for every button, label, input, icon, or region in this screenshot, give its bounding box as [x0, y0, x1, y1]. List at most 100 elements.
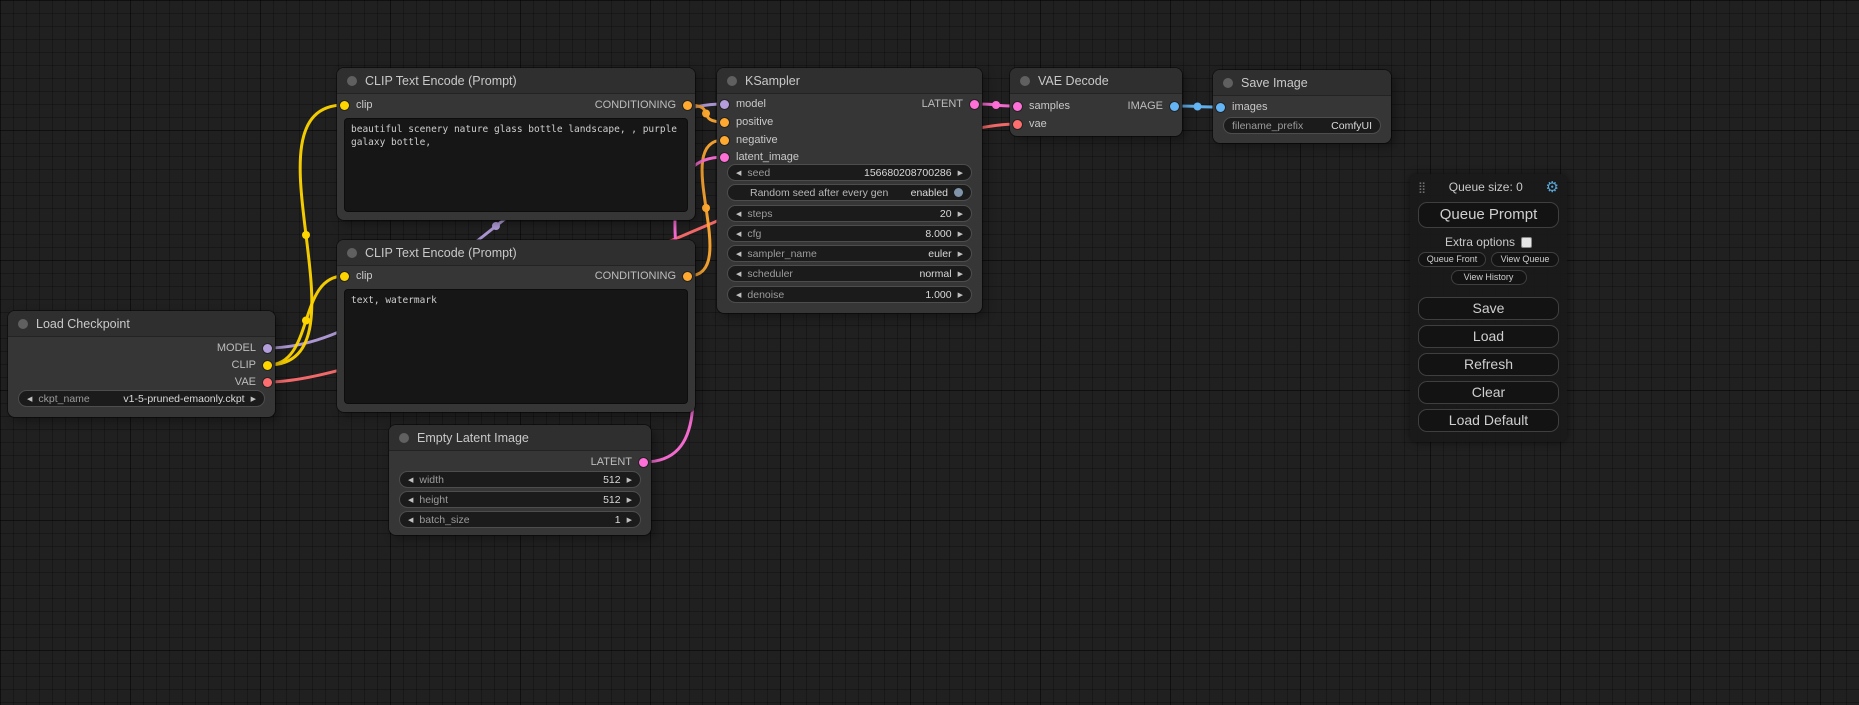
input-dot-icon[interactable] — [720, 136, 729, 145]
node-empty-latent-image[interactable]: Empty Latent Image LATENT◀width512▶ ◀heigh… — [389, 425, 651, 535]
widget-filename_prefix[interactable]: filename_prefixComfyUI — [1223, 117, 1381, 134]
node-titlebar[interactable]: Load Checkpoint — [8, 311, 275, 337]
node-titlebar[interactable]: VAE Decode — [1010, 68, 1182, 94]
input-dot-icon[interactable] — [340, 272, 349, 281]
decrement-arrow-icon[interactable]: ◀ — [736, 291, 741, 299]
input-slot-clip[interactable]: clip — [340, 268, 373, 284]
widget-Random-seed-after-every-gen[interactable]: Random seed after every genenabled — [727, 184, 972, 201]
input-slot-vae[interactable]: vae — [1013, 116, 1047, 132]
increment-arrow-icon[interactable]: ▶ — [958, 230, 963, 238]
collapse-dot-icon[interactable] — [347, 248, 357, 258]
collapse-dot-icon[interactable] — [1223, 78, 1233, 88]
comfy-menu[interactable]: ⣿ Queue size: 0 ⚙ Queue Prompt Extra opt… — [1410, 174, 1567, 442]
output-slot-CONDITIONING[interactable]: CONDITIONING — [595, 97, 692, 113]
increment-arrow-icon[interactable]: ▶ — [958, 270, 963, 278]
decrement-arrow-icon[interactable]: ◀ — [736, 250, 741, 258]
link-midpoint-dot[interactable] — [1194, 103, 1202, 111]
widget-steps[interactable]: ◀steps20▶ — [727, 205, 972, 222]
refresh-button[interactable]: Refresh — [1418, 353, 1559, 376]
node-ksampler[interactable]: KSampler model positive negativelatent_imag… — [717, 68, 982, 313]
output-dot-icon[interactable] — [970, 100, 979, 109]
input-dot-icon[interactable] — [340, 101, 349, 110]
widget-cfg[interactable]: ◀cfg8.000▶ — [727, 225, 972, 242]
node-titlebar[interactable]: KSampler — [717, 68, 982, 94]
prompt-textarea[interactable]: text, watermark — [344, 289, 688, 404]
output-slot-IMAGE[interactable]: IMAGE — [1128, 98, 1179, 114]
output-dot-icon[interactable] — [263, 378, 272, 387]
widget-width[interactable]: ◀width512▶ — [399, 471, 641, 488]
node-titlebar[interactable]: Empty Latent Image — [389, 425, 651, 451]
clear-button[interactable]: Clear — [1418, 381, 1559, 404]
output-slot-MODEL[interactable]: MODEL — [217, 340, 272, 356]
collapse-dot-icon[interactable] — [727, 76, 737, 86]
node-titlebar[interactable]: CLIP Text Encode (Prompt) — [337, 240, 695, 266]
input-dot-icon[interactable] — [720, 100, 729, 109]
link-midpoint-dot[interactable] — [702, 204, 710, 212]
collapse-dot-icon[interactable] — [18, 319, 28, 329]
input-slot-images[interactable]: images — [1216, 99, 1267, 115]
output-dot-icon[interactable] — [683, 272, 692, 281]
output-dot-icon[interactable] — [639, 458, 648, 467]
link-midpoint-dot[interactable] — [302, 231, 310, 239]
decrement-arrow-icon[interactable]: ◀ — [408, 516, 413, 524]
decrement-arrow-icon[interactable]: ◀ — [408, 496, 413, 504]
collapse-dot-icon[interactable] — [347, 76, 357, 86]
collapse-dot-icon[interactable] — [1020, 76, 1030, 86]
increment-arrow-icon[interactable]: ▶ — [627, 476, 632, 484]
input-slot-latent_image[interactable]: latent_image — [720, 149, 799, 165]
output-dot-icon[interactable] — [263, 344, 272, 353]
input-slot-positive[interactable]: positive — [720, 114, 773, 130]
widget-height[interactable]: ◀height512▶ — [399, 491, 641, 508]
view-queue-button[interactable]: View Queue — [1491, 252, 1559, 267]
decrement-arrow-icon[interactable]: ◀ — [736, 270, 741, 278]
link-midpoint-dot[interactable] — [302, 317, 310, 325]
input-slot-clip[interactable]: clip — [340, 97, 373, 113]
queue-prompt-button[interactable]: Queue Prompt — [1418, 202, 1559, 228]
increment-arrow-icon[interactable]: ▶ — [958, 169, 963, 177]
widget-scheduler[interactable]: ◀schedulernormal▶ — [727, 265, 972, 282]
view-history-button[interactable]: View History — [1451, 270, 1527, 285]
node-titlebar[interactable]: CLIP Text Encode (Prompt) — [337, 68, 695, 94]
increment-arrow-icon[interactable]: ▶ — [251, 395, 256, 403]
input-slot-samples[interactable]: samples — [1013, 98, 1070, 114]
widget-seed[interactable]: ◀seed156680208700286▶ — [727, 164, 972, 181]
increment-arrow-icon[interactable]: ▶ — [958, 291, 963, 299]
save-button[interactable]: Save — [1418, 297, 1559, 320]
input-dot-icon[interactable] — [720, 153, 729, 162]
prompt-textarea[interactable]: beautiful scenery nature glass bottle la… — [344, 118, 688, 212]
node-save-image[interactable]: Save Image images filename_prefixComfyUI — [1213, 70, 1391, 143]
link-midpoint-dot[interactable] — [702, 110, 710, 118]
decrement-arrow-icon[interactable]: ◀ — [27, 395, 32, 403]
increment-arrow-icon[interactable]: ▶ — [627, 496, 632, 504]
settings-gear-icon[interactable]: ⚙ — [1546, 180, 1559, 195]
increment-arrow-icon[interactable]: ▶ — [627, 516, 632, 524]
node-clip-text-encode-positive[interactable]: CLIP Text Encode (Prompt) clip CONDITIONIN… — [337, 68, 695, 220]
output-slot-CLIP[interactable]: CLIP — [232, 357, 272, 373]
output-slot-LATENT[interactable]: LATENT — [591, 454, 648, 470]
increment-arrow-icon[interactable]: ▶ — [958, 250, 963, 258]
input-dot-icon[interactable] — [1013, 120, 1022, 129]
graph-canvas[interactable]: Load Checkpoint MODELCLIPVAE◀ckpt_namev1-… — [0, 0, 1859, 705]
output-slot-LATENT[interactable]: LATENT — [922, 96, 979, 112]
link-midpoint-dot[interactable] — [992, 101, 1000, 109]
input-slot-model[interactable]: model — [720, 96, 766, 112]
widget-denoise[interactable]: ◀denoise1.000▶ — [727, 286, 972, 303]
input-dot-icon[interactable] — [1013, 102, 1022, 111]
output-dot-icon[interactable] — [263, 361, 272, 370]
input-dot-icon[interactable] — [720, 118, 729, 127]
decrement-arrow-icon[interactable]: ◀ — [736, 210, 741, 218]
queue-front-button[interactable]: Queue Front — [1418, 252, 1486, 267]
node-vae-decode[interactable]: VAE Decode samples vae IMAGE — [1010, 68, 1182, 136]
node-titlebar[interactable]: Save Image — [1213, 70, 1391, 96]
increment-arrow-icon[interactable]: ▶ — [958, 210, 963, 218]
widget-ckpt_name[interactable]: ◀ckpt_namev1-5-pruned-emaonly.ckpt▶ — [18, 390, 265, 407]
output-slot-VAE[interactable]: VAE — [235, 374, 272, 390]
input-slot-negative[interactable]: negative — [720, 132, 778, 148]
load-default-button[interactable]: Load Default — [1418, 409, 1559, 432]
output-dot-icon[interactable] — [1170, 102, 1179, 111]
node-load-checkpoint[interactable]: Load Checkpoint MODELCLIPVAE◀ckpt_namev1-… — [8, 311, 275, 417]
output-slot-CONDITIONING[interactable]: CONDITIONING — [595, 268, 692, 284]
decrement-arrow-icon[interactable]: ◀ — [736, 230, 741, 238]
input-dot-icon[interactable] — [1216, 103, 1225, 112]
decrement-arrow-icon[interactable]: ◀ — [408, 476, 413, 484]
